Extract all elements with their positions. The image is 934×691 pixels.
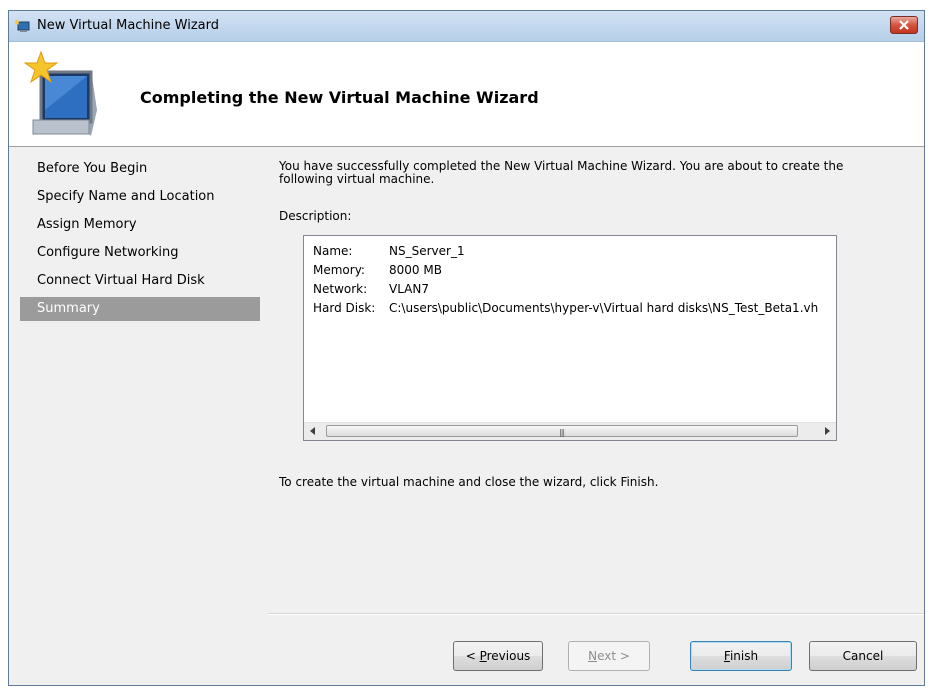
previous-button[interactable]: < Previous	[453, 641, 543, 671]
nav-item-before-you-begin[interactable]: Before You Begin	[20, 157, 260, 181]
wizard-window: New Virtual Machine Wizard Completing th…	[8, 10, 925, 686]
header-title: Completing the New Virtual Machine Wizar…	[140, 88, 539, 107]
nav-item-configure-networking[interactable]: Configure Networking	[20, 241, 260, 265]
nav-item-summary[interactable]: Summary	[20, 297, 260, 321]
hyperv-vm-icon	[14, 19, 30, 33]
description-value: NS_Server_1	[389, 244, 465, 258]
wizard-header: Completing the New Virtual Machine Wizar…	[9, 42, 924, 147]
finish-label: inish	[729, 649, 759, 663]
next-label: ext >	[597, 649, 630, 663]
horizontal-scrollbar[interactable]: |||	[304, 422, 836, 440]
description-value: VLAN7	[389, 282, 429, 296]
arrow-left-icon[interactable]	[310, 427, 316, 435]
description-list: Name: NS_Server_1 Memory: 8000 MB Network:…	[313, 242, 818, 318]
description-label: Description:	[279, 209, 352, 223]
title-bar[interactable]: New Virtual Machine Wizard	[9, 11, 924, 42]
close-button[interactable]	[890, 16, 918, 34]
description-key: Name:	[313, 244, 353, 258]
monitor-star-icon	[21, 50, 101, 142]
footer-divider	[268, 613, 924, 615]
description-box[interactable]: Name: NS_Server_1 Memory: 8000 MB Network:…	[303, 235, 837, 441]
wizard-content: You have successfully completed the New …	[268, 147, 924, 685]
finish-hint-text: To create the virtual machine and close …	[279, 475, 659, 489]
description-row: Network: VLAN7	[313, 280, 818, 299]
next-mnemonic: N	[588, 649, 598, 663]
description-key: Hard Disk:	[313, 301, 376, 315]
description-row: Hard Disk: C:\users\public\Documents\hype…	[313, 299, 818, 318]
window-title: New Virtual Machine Wizard	[37, 18, 219, 33]
wizard-nav: Before You Begin Specify Name and Locati…	[9, 147, 266, 685]
nav-item-specify-name-and-location[interactable]: Specify Name and Location	[20, 185, 260, 209]
nav-item-connect-virtual-hard-disk[interactable]: Connect Virtual Hard Disk	[20, 269, 260, 293]
finish-button[interactable]: Finish	[690, 641, 792, 671]
previous-label: revious	[486, 649, 531, 663]
intro-text: You have successfully completed the New …	[279, 159, 844, 186]
nav-item-assign-memory[interactable]: Assign Memory	[20, 213, 260, 237]
scrollbar-thumb[interactable]: |||	[326, 425, 798, 437]
description-key: Memory:	[313, 263, 365, 277]
cancel-button[interactable]: Cancel	[809, 641, 917, 671]
description-value: 8000 MB	[389, 263, 442, 277]
description-row: Memory: 8000 MB	[313, 261, 818, 280]
description-key: Network:	[313, 282, 368, 296]
arrow-right-icon[interactable]	[824, 427, 830, 435]
close-icon	[899, 20, 909, 30]
description-value: C:\users\public\Documents\hyper-v\Virtua…	[389, 301, 819, 315]
description-row: Name: NS_Server_1	[313, 242, 818, 261]
next-button[interactable]: Next >	[568, 641, 650, 671]
previous-mnemonic: P	[479, 649, 487, 663]
scrollbar-grip: |||	[559, 428, 565, 437]
